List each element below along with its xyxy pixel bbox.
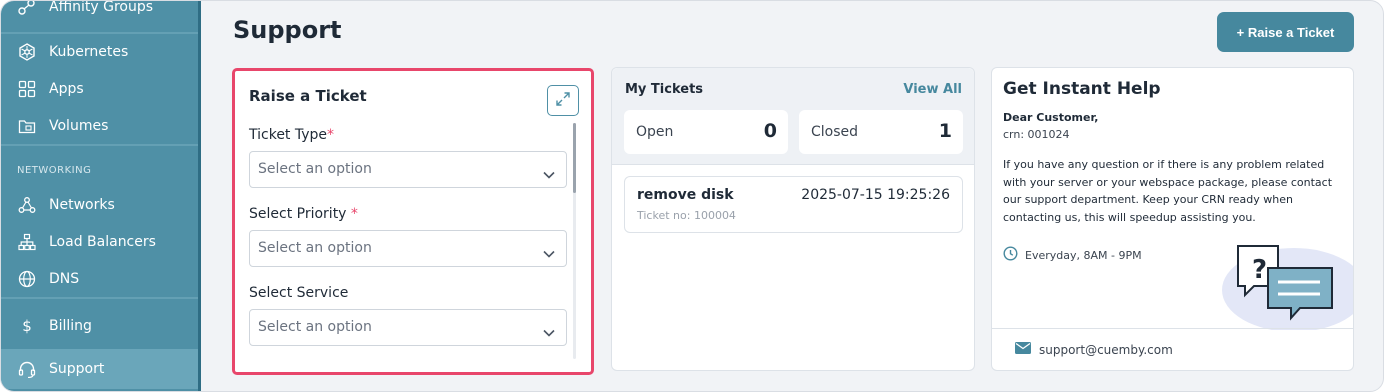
help-email-text[interactable]: support@cuemby.com bbox=[1039, 343, 1173, 357]
ticket-row[interactable]: remove disk 2025-07-15 19:25:26 Ticket n… bbox=[624, 176, 963, 233]
sidebar: Affinity Groups Kubernetes Apps Volumes … bbox=[1, 0, 201, 391]
priority-label: Select Priority * bbox=[249, 206, 358, 222]
select-placeholder: Select an option bbox=[258, 319, 372, 335]
chevron-down-icon bbox=[543, 243, 555, 262]
open-label: Open bbox=[636, 124, 674, 140]
sidebar-item-label: Networks bbox=[49, 197, 115, 213]
app-window: Affinity Groups Kubernetes Apps Volumes … bbox=[0, 0, 1384, 392]
sidebar-item-label: Affinity Groups bbox=[49, 0, 154, 15]
open-tickets-stat[interactable]: Open 0 bbox=[624, 110, 788, 154]
service-select[interactable]: Select an option bbox=[249, 309, 567, 346]
globe-icon bbox=[18, 270, 36, 288]
required-mark: * bbox=[327, 127, 335, 143]
priority-select[interactable]: Select an option bbox=[249, 230, 567, 267]
sidebar-item-label: Support bbox=[49, 361, 105, 377]
clock-icon bbox=[1003, 246, 1018, 264]
field-label-text: Select Priority bbox=[249, 206, 351, 222]
sidebar-item-support[interactable]: Support bbox=[1, 349, 198, 389]
required-mark: * bbox=[350, 206, 358, 222]
sidebar-item-label: DNS bbox=[49, 271, 80, 287]
sidebar-item-billing[interactable]: $ Billing bbox=[1, 308, 198, 344]
help-chat-illustration: ? bbox=[1204, 232, 1353, 332]
closed-tickets-stat[interactable]: Closed 1 bbox=[799, 110, 963, 154]
svg-text:?: ? bbox=[1252, 255, 1267, 285]
ticket-name: remove disk bbox=[637, 187, 734, 203]
help-email[interactable]: support@cuemby.com bbox=[1015, 342, 1173, 357]
help-hours: Everyday, 8AM - 9PM bbox=[1003, 246, 1142, 264]
chevron-down-icon bbox=[543, 322, 555, 341]
chevron-down-icon bbox=[543, 164, 555, 183]
raise-ticket-button[interactable]: + Raise a Ticket bbox=[1217, 12, 1354, 52]
help-crn: crn: 001024 bbox=[1003, 128, 1070, 141]
dollar-icon: $ bbox=[22, 317, 32, 335]
ticket-type-select[interactable]: Select an option bbox=[249, 151, 567, 188]
raise-ticket-form: Raise a Ticket Ticket Type* Select an op… bbox=[232, 68, 594, 375]
help-message: If you have any question or if there is … bbox=[1003, 158, 1333, 224]
field-label-text: Ticket Type bbox=[249, 127, 328, 143]
closed-count: 1 bbox=[938, 120, 952, 142]
raise-ticket-title: Raise a Ticket bbox=[249, 87, 367, 105]
sidebar-item-label: Billing bbox=[49, 318, 92, 334]
sidebar-item-label: Volumes bbox=[49, 118, 109, 134]
networks-icon bbox=[18, 196, 36, 214]
sidebar-item-volumes[interactable]: Volumes bbox=[1, 108, 198, 144]
view-all-link[interactable]: View All bbox=[903, 82, 962, 97]
affinity-groups-icon bbox=[18, 1, 36, 16]
ticket-type-label: Ticket Type* bbox=[249, 127, 334, 143]
sidebar-item-label: Kubernetes bbox=[49, 44, 129, 60]
mail-icon bbox=[1015, 342, 1031, 357]
my-tickets-panel: My Tickets View All Open 0 Closed 1 remo… bbox=[611, 67, 975, 371]
sidebar-item-kubernetes[interactable]: Kubernetes bbox=[1, 34, 198, 70]
sidebar-item-label: Apps bbox=[49, 81, 84, 97]
sidebar-item-networks[interactable]: Networks bbox=[1, 187, 198, 223]
sidebar-item-dns[interactable]: DNS bbox=[1, 261, 198, 297]
page-title: Support bbox=[233, 16, 342, 44]
headset-icon bbox=[18, 360, 36, 378]
ticket-date: 2025-07-15 19:25:26 bbox=[801, 187, 950, 203]
closed-label: Closed bbox=[811, 124, 859, 140]
help-divider bbox=[992, 328, 1353, 329]
scrollbar-thumb[interactable] bbox=[573, 123, 576, 193]
sidebar-section-networking: NETWORKING bbox=[17, 165, 92, 176]
sidebar-divider bbox=[1, 297, 198, 299]
ticket-number: Ticket no: 100004 bbox=[637, 209, 736, 222]
expand-button[interactable] bbox=[547, 85, 579, 116]
load-balancers-icon bbox=[18, 233, 36, 251]
my-tickets-header: My Tickets View All Open 0 Closed 1 bbox=[612, 68, 974, 165]
sidebar-item-label: Load Balancers bbox=[49, 234, 156, 250]
instant-help-panel: Get Instant Help Dear Customer, crn: 001… bbox=[991, 67, 1354, 371]
form-scrollbar[interactable] bbox=[573, 123, 576, 359]
service-label: Select Service bbox=[249, 285, 349, 301]
sidebar-item-affinity-groups[interactable]: Affinity Groups bbox=[1, 0, 198, 25]
help-title: Get Instant Help bbox=[1003, 79, 1161, 99]
select-placeholder: Select an option bbox=[258, 240, 372, 256]
expand-icon bbox=[555, 91, 571, 111]
sidebar-item-load-balancers[interactable]: Load Balancers bbox=[1, 224, 198, 260]
sidebar-divider bbox=[1, 144, 198, 146]
sidebar-item-apps[interactable]: Apps bbox=[1, 71, 198, 107]
kubernetes-icon bbox=[18, 43, 36, 61]
apps-grid-icon bbox=[18, 80, 36, 98]
help-greeting: Dear Customer, bbox=[1003, 111, 1099, 124]
select-placeholder: Select an option bbox=[258, 161, 372, 177]
open-count: 0 bbox=[763, 120, 777, 142]
help-hours-text: Everyday, 8AM - 9PM bbox=[1025, 248, 1142, 262]
volumes-folder-icon bbox=[18, 117, 36, 135]
my-tickets-title: My Tickets bbox=[625, 82, 704, 97]
